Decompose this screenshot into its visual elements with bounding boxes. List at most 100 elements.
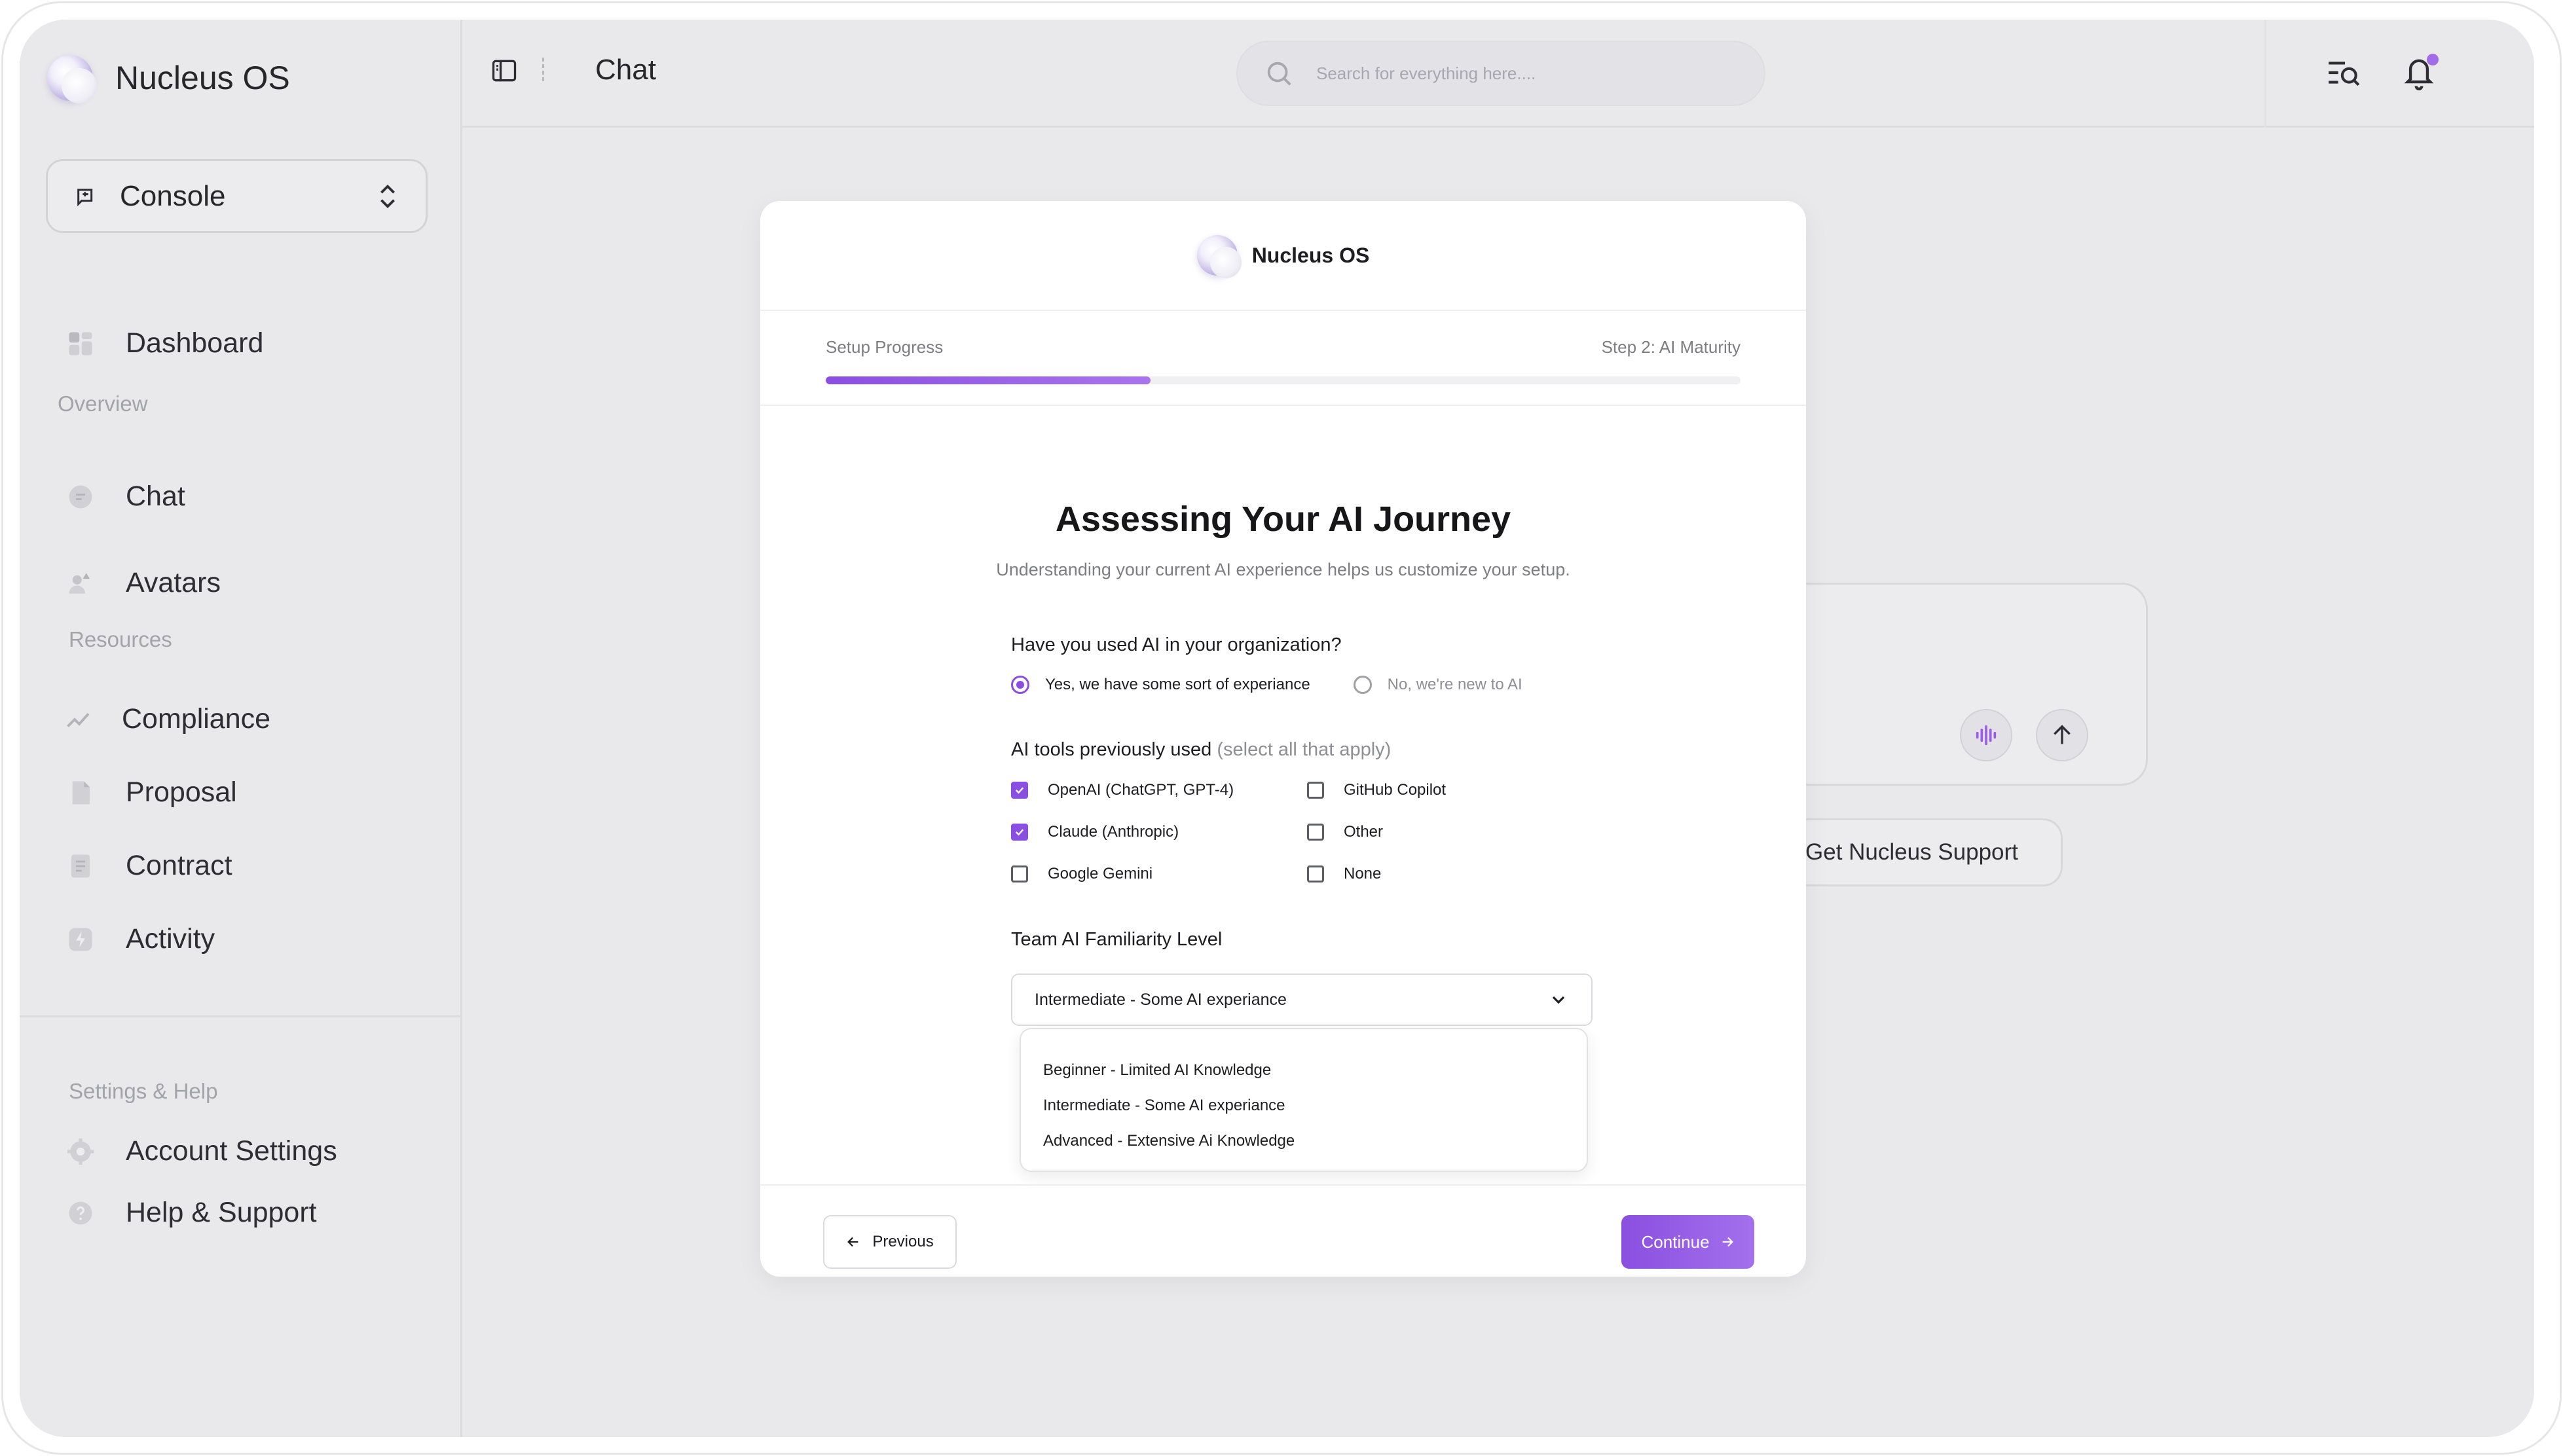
check-icon xyxy=(1015,787,1024,794)
checkbox-openai[interactable]: OpenAI (ChatGPT, GPT-4) xyxy=(1011,781,1234,799)
sidebar: Nucleus OS Console Dashboard Overview Ch… xyxy=(20,20,462,1437)
setup-progress: Setup Progress Step 2: AI Maturity xyxy=(760,311,1806,406)
checkbox-claude[interactable]: Claude (Anthropic) xyxy=(1011,823,1179,841)
continue-label: Continue xyxy=(1641,1231,1710,1252)
sidebar-item-help-support[interactable]: Help & Support xyxy=(67,1197,317,1229)
sidebar-toggle-icon[interactable] xyxy=(490,56,519,85)
checkbox-other[interactable]: Other xyxy=(1307,823,1383,841)
checkbox-indicator[interactable] xyxy=(1011,865,1028,883)
section-label-overview: Overview xyxy=(58,391,148,416)
radio-yes-experience[interactable]: Yes, we have some sort of experiance xyxy=(1011,676,1310,694)
checkbox-indicator[interactable] xyxy=(1307,782,1324,799)
previous-button[interactable]: Previous xyxy=(823,1215,957,1269)
radio-indicator[interactable] xyxy=(1011,676,1029,694)
search-input[interactable]: Search for everything here.... xyxy=(1316,64,1536,84)
question-ai-usage: Have you used AI in your organization? xyxy=(1011,634,1342,655)
modal-title: Assessing Your AI Journey xyxy=(1055,500,1511,539)
sidebar-item-label: Avatars xyxy=(126,567,221,598)
dropdown-option-intermediate[interactable]: Intermediate - Some AI experiance xyxy=(1021,1088,1587,1123)
sidebar-item-chat[interactable]: Chat xyxy=(67,481,185,513)
sidebar-item-label: Activity xyxy=(126,923,215,955)
checkbox-label: Claude (Anthropic) xyxy=(1048,823,1179,841)
sidebar-item-activity[interactable]: Activity xyxy=(67,923,215,955)
radio-label: Yes, we have some sort of experiance xyxy=(1045,676,1310,693)
list-search-icon[interactable] xyxy=(2326,56,2361,89)
ai-usage-radio-group: Yes, we have some sort of experiance No,… xyxy=(1011,676,1566,694)
checkbox-label: OpenAI (ChatGPT, GPT-4) xyxy=(1048,781,1234,799)
help-circle-icon xyxy=(69,1201,92,1224)
section-label-resources: Resources xyxy=(69,627,172,651)
page-title: Chat xyxy=(595,54,656,86)
nucleus-logo-icon xyxy=(47,55,97,103)
trend-line-icon xyxy=(67,712,90,727)
app-window: Nucleus OS Console Dashboard Overview Ch… xyxy=(20,20,2534,1437)
continue-button[interactable]: Continue xyxy=(1621,1215,1754,1269)
avatars-icon xyxy=(69,572,90,594)
progress-fill xyxy=(826,376,1151,384)
get-support-button[interactable]: Get Nucleus Support xyxy=(1781,818,2063,886)
waveform-icon xyxy=(1976,725,1997,746)
contract-icon xyxy=(71,854,90,877)
section-label-settings: Settings & Help xyxy=(69,1079,218,1103)
question-ai-tools: AI tools previously used (select all tha… xyxy=(1011,739,1391,761)
arrow-left-icon xyxy=(847,1237,858,1247)
familiarity-select-value: Intermediate - Some AI experiance xyxy=(1035,990,1287,1009)
send-button[interactable] xyxy=(2036,709,2088,761)
familiarity-select[interactable]: Intermediate - Some AI experiance xyxy=(1011,974,1593,1026)
top-bar: Chat Search for everything here.... xyxy=(462,20,2534,128)
sidebar-item-label: Dashboard xyxy=(126,327,264,359)
chat-composer[interactable] xyxy=(1781,583,2148,786)
voice-button[interactable] xyxy=(1960,709,2012,761)
checkbox-indicator[interactable] xyxy=(1307,824,1324,841)
checkbox-github-copilot[interactable]: GitHub Copilot xyxy=(1307,781,1446,799)
onboarding-modal: Nucleus OS Setup Progress Step 2: AI Mat… xyxy=(760,201,1806,1277)
sidebar-brand[interactable]: Nucleus OS xyxy=(47,55,290,103)
radio-indicator[interactable] xyxy=(1353,676,1372,694)
search-bar[interactable]: Search for everything here.... xyxy=(1236,41,1765,106)
question-ai-tools-hint: (select all that apply) xyxy=(1217,739,1392,760)
radio-label: No, we're new to AI xyxy=(1387,676,1522,693)
search-icon xyxy=(1267,62,1291,86)
modal-footer: Previous Continue xyxy=(760,1184,1806,1277)
sidebar-item-label: Proposal xyxy=(126,776,237,808)
familiarity-dropdown: Beginner - Limited AI Knowledge Intermed… xyxy=(1020,1028,1588,1172)
checkbox-label: Other xyxy=(1344,823,1384,841)
question-ai-tools-text: AI tools previously used xyxy=(1011,739,1212,760)
brand-name: Nucleus OS xyxy=(115,60,290,96)
sidebar-item-label: Contract xyxy=(126,850,232,881)
sidebar-item-label: Account Settings xyxy=(126,1135,337,1167)
chevron-up-down-icon xyxy=(380,184,395,208)
checkbox-none[interactable]: None xyxy=(1307,865,1381,883)
previous-label: Previous xyxy=(872,1233,934,1250)
modal-brand: Nucleus OS xyxy=(1251,243,1370,267)
sidebar-item-dashboard[interactable]: Dashboard xyxy=(67,327,263,359)
sidebar-item-account-settings[interactable]: Account Settings xyxy=(67,1135,337,1167)
checkbox-indicator[interactable] xyxy=(1011,782,1028,799)
checkbox-indicator[interactable] xyxy=(1307,865,1324,883)
dashboard-icon xyxy=(69,332,92,355)
sidebar-item-compliance[interactable]: Compliance xyxy=(65,703,270,735)
question-familiarity: Team AI Familiarity Level xyxy=(1011,929,1223,950)
gear-icon xyxy=(67,1138,94,1165)
progress-step: Step 2: AI Maturity xyxy=(1601,337,1741,357)
sidebar-item-avatars[interactable]: Avatars xyxy=(67,567,221,599)
checkbox-label: GitHub Copilot xyxy=(1344,781,1447,799)
console-icon xyxy=(77,189,93,206)
check-icon xyxy=(1015,829,1024,836)
checkbox-google-gemini[interactable]: Google Gemini xyxy=(1011,865,1152,883)
sidebar-item-label: Chat xyxy=(126,481,185,512)
radio-new-to-ai[interactable]: No, we're new to AI xyxy=(1353,676,1522,694)
chat-bubble-icon xyxy=(69,485,92,508)
sidebar-item-proposal[interactable]: Proposal xyxy=(67,776,237,809)
dropdown-option-advanced[interactable]: Advanced - Extensive Ai Knowledge xyxy=(1021,1123,1587,1159)
dropdown-option-beginner[interactable]: Beginner - Limited AI Knowledge xyxy=(1021,1053,1587,1088)
progress-track xyxy=(826,376,1741,384)
console-switcher[interactable]: Console xyxy=(46,159,428,233)
sidebar-divider xyxy=(20,1015,462,1017)
modal-subtitle: Understanding your current AI experience… xyxy=(996,560,1570,579)
sidebar-item-label: Help & Support xyxy=(126,1197,317,1228)
toolbar-separator xyxy=(542,58,544,84)
nucleus-logo-icon xyxy=(1196,235,1242,278)
sidebar-item-contract[interactable]: Contract xyxy=(67,850,232,882)
checkbox-indicator[interactable] xyxy=(1011,824,1028,841)
